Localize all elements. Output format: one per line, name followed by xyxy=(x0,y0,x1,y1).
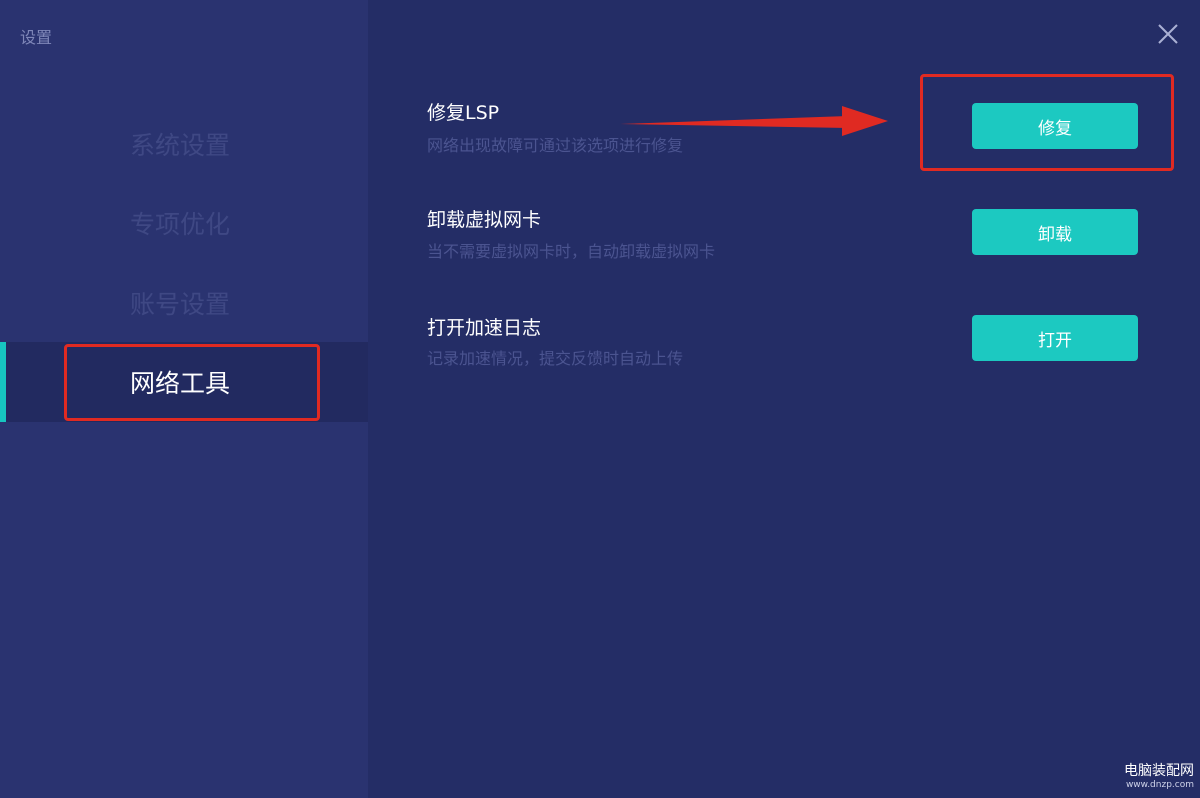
window-title: 设置 xyxy=(20,28,53,47)
tool-description-uninstall-virtual-nic: 当不需要虚拟网卡时，自动卸载虚拟网卡 xyxy=(427,242,716,261)
tool-title-uninstall-virtual-nic: 卸载虚拟网卡 xyxy=(427,209,542,231)
open-button[interactable]: 打开 xyxy=(972,315,1138,361)
sidebar-item-network-tools[interactable]: 网络工具 xyxy=(0,342,368,422)
close-icon xyxy=(1158,24,1178,44)
tool-title-repair-lsp: 修复LSP xyxy=(427,102,500,124)
watermark: 电脑装配网 www.dnzp.com xyxy=(1110,760,1194,790)
tool-description-open-acceleration-log: 记录加速情况，提交反馈时自动上传 xyxy=(427,349,684,368)
tool-title-open-acceleration-log: 打开加速日志 xyxy=(427,317,542,339)
sidebar-item-label: 账号设置 xyxy=(130,290,231,319)
repair-button[interactable]: 修复 xyxy=(972,103,1138,149)
sidebar-item-label: 系统设置 xyxy=(130,131,231,160)
annotation-arrow-icon xyxy=(620,106,888,136)
sidebar-item-system-settings[interactable]: 系统设置 xyxy=(0,104,368,184)
sidebar-item-label: 网络工具 xyxy=(130,369,231,398)
sidebar-item-label: 专项优化 xyxy=(130,210,231,239)
sidebar-item-special-optimization[interactable]: 专项优化 xyxy=(0,183,368,263)
sidebar-item-account-settings[interactable]: 账号设置 xyxy=(0,263,368,343)
close-button[interactable] xyxy=(1154,20,1182,48)
watermark-url: www.dnzp.com xyxy=(1125,780,1194,790)
watermark-name: 电脑装配网 xyxy=(1124,763,1194,779)
uninstall-button[interactable]: 卸载 xyxy=(972,209,1138,255)
